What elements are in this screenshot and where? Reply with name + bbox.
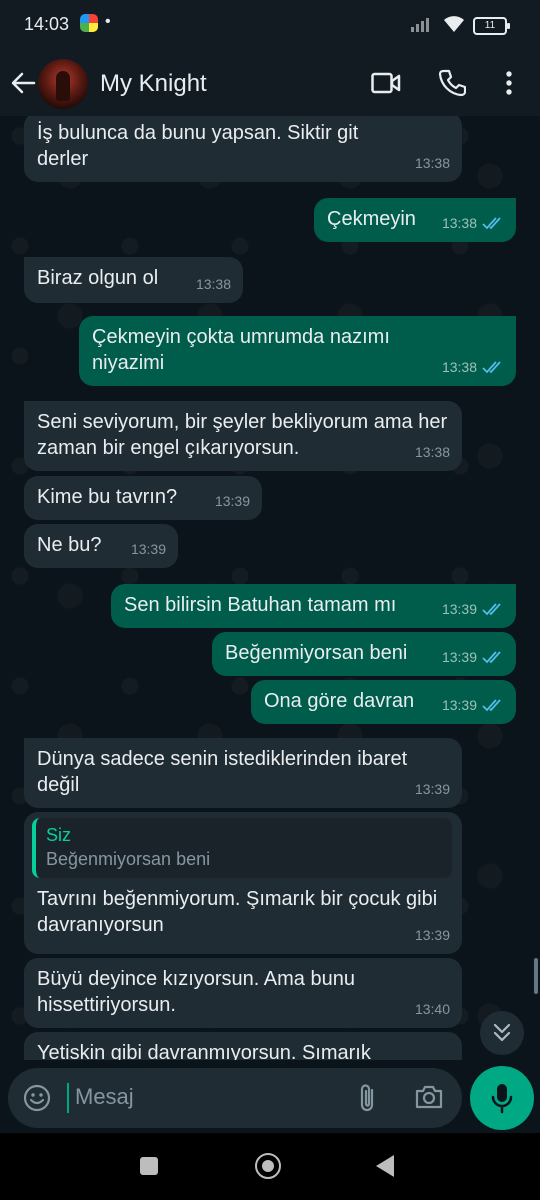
- incoming-message[interactable]: Siz Beğenmiyorsan beni Tavrını beğenmiyo…: [24, 812, 462, 954]
- read-receipt-icon: [482, 360, 501, 373]
- outgoing-message[interactable]: Çekmeyin 13:38: [314, 198, 516, 242]
- message-time: 13:38: [414, 155, 450, 171]
- incoming-message[interactable]: Kime bu tavrın? 13:39: [24, 476, 262, 520]
- message-text: İş bulunca da bunu yapsan. Siktir git de…: [37, 122, 364, 170]
- attachment-icon[interactable]: [356, 1082, 380, 1114]
- incoming-message[interactable]: Dünya sadece senin istediklerinden ibare…: [24, 738, 462, 808]
- message-text: Çekmeyin çokta umrumda nazımı niyazimi: [92, 326, 396, 374]
- incoming-message[interactable]: Seni seviyorum, bir şeyler bekliyorum am…: [24, 401, 462, 471]
- video-call-icon[interactable]: [371, 72, 401, 94]
- read-receipt-icon: [482, 602, 501, 615]
- microphone-icon: [491, 1084, 513, 1114]
- message-text: Seni seviyorum, bir şeyler bekliyorum am…: [37, 411, 453, 459]
- back-icon[interactable]: [376, 1155, 394, 1177]
- quoted-sender: Siz: [46, 825, 72, 845]
- home-icon[interactable]: [255, 1153, 281, 1179]
- message-composer: Mesaj: [8, 1068, 462, 1128]
- back-arrow-icon[interactable]: [10, 70, 36, 96]
- outgoing-message[interactable]: Çekmeyin çokta umrumda nazımı niyazimi 1…: [79, 316, 516, 386]
- emoji-icon[interactable]: [22, 1083, 52, 1113]
- incoming-message[interactable]: Büyü deyince kızıyorsun. Ama bunu hisset…: [24, 958, 462, 1028]
- battery-icon: 11: [473, 17, 510, 35]
- double-chevron-down-icon: [493, 1023, 511, 1042]
- message-time: 13:38: [441, 215, 477, 231]
- status-time: 14:03: [24, 14, 70, 34]
- notification-dot: •: [105, 13, 111, 30]
- status-bar: 14:03 • 11: [0, 0, 540, 50]
- message-text: Tavrını beğenmiyorum. Şımarık bir çocuk …: [37, 888, 443, 936]
- message-time: 13:38: [441, 359, 477, 375]
- incoming-message[interactable]: Ne bu? 13:39: [24, 524, 178, 568]
- outgoing-message[interactable]: Sen bilirsin Batuhan tamam mı 13:39: [111, 584, 516, 628]
- message-text: Yetiskin gibi davranmıyorsun. Sımarık: [37, 1042, 371, 1060]
- read-receipt-icon: [482, 698, 501, 711]
- message-time: 13:39: [441, 601, 477, 617]
- system-navigation-bar: [0, 1133, 540, 1200]
- read-receipt-icon: [482, 216, 501, 229]
- message-text: Büyü deyince kızıyorsun. Ama bunu hisset…: [37, 968, 361, 1016]
- quoted-text: Beğenmiyorsan beni: [46, 849, 211, 869]
- message-time: 13:39: [441, 649, 477, 665]
- message-time: 13:39: [414, 781, 450, 797]
- message-text: Dünya sadece senin istediklerinden ibare…: [37, 748, 413, 796]
- incoming-message[interactable]: Biraz olgun ol 13:38: [24, 257, 243, 303]
- contact-name[interactable]: My Knight: [100, 70, 207, 98]
- message-time: 13:39: [130, 541, 166, 557]
- camera-icon[interactable]: [414, 1084, 444, 1110]
- message-time: 13:40: [414, 1001, 450, 1017]
- voice-call-icon[interactable]: [438, 69, 466, 97]
- message-time: 13:39: [214, 493, 250, 509]
- more-options-icon[interactable]: [505, 70, 513, 96]
- chat-header: My Knight: [0, 50, 540, 116]
- scrollbar[interactable]: [534, 958, 538, 994]
- message-list[interactable]: İş bulunca da bunu yapsan. Siktir git de…: [0, 116, 540, 1060]
- outgoing-message[interactable]: Beğenmiyorsan beni 13:39: [212, 632, 516, 676]
- scroll-to-bottom-button[interactable]: [480, 1011, 524, 1055]
- app-notification-icon: [80, 14, 98, 32]
- read-receipt-icon: [482, 650, 501, 663]
- recent-apps-icon[interactable]: [140, 1157, 158, 1175]
- quoted-message[interactable]: Siz Beğenmiyorsan beni: [32, 818, 452, 878]
- message-input[interactable]: Mesaj: [75, 1084, 134, 1110]
- message-time: 13:38: [195, 276, 231, 292]
- signal-icon: [411, 18, 429, 32]
- incoming-message[interactable]: Yetiskin gibi davranmıyorsun. Sımarık: [24, 1032, 462, 1060]
- incoming-message[interactable]: İş bulunca da bunu yapsan. Siktir git de…: [24, 116, 462, 182]
- message-time: 13:39: [441, 697, 477, 713]
- wifi-icon: [444, 16, 464, 32]
- avatar[interactable]: [38, 59, 88, 109]
- text-cursor: [67, 1083, 69, 1113]
- voice-message-button[interactable]: [470, 1066, 534, 1130]
- message-time: 13:38: [414, 444, 450, 460]
- outgoing-message[interactable]: Ona göre davran 13:39: [251, 680, 516, 724]
- message-time: 13:39: [414, 927, 450, 943]
